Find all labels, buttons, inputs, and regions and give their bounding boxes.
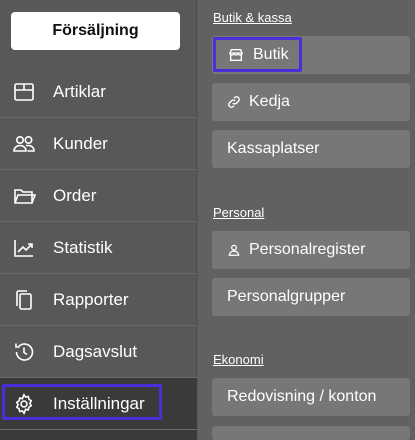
settings-item-kedja[interactable]: Kedja — [212, 83, 410, 121]
settings-item-label: Personalgrupper — [227, 288, 346, 305]
link-icon — [227, 95, 241, 109]
settings-item-personalgrupper[interactable]: Personalgrupper — [212, 278, 410, 316]
settings-item-personalregister[interactable]: Personalregister — [212, 231, 410, 269]
sidebar-item-label: Order — [53, 185, 97, 205]
sidebar-bottom — [0, 430, 197, 440]
settings-item-kassaplatser[interactable]: Kassaplatser — [212, 130, 410, 168]
box-icon — [12, 80, 36, 104]
sidebar-item-dagsavslut[interactable]: Dagsavslut — [0, 326, 197, 378]
settings-panel: Butik & kassa Butik Kedja Kassaplatser P… — [198, 0, 415, 440]
sidebar-item-label: Artiklar — [53, 81, 106, 101]
settings-item-label: Redovisning / konton — [227, 388, 377, 405]
focus-outline — [213, 37, 302, 72]
folder-icon — [12, 184, 36, 208]
sidebar-item-label: Kunder — [53, 133, 108, 153]
history-icon — [12, 340, 36, 364]
sales-button[interactable]: Försäljning — [11, 12, 180, 50]
section-title: Personal — [213, 205, 265, 220]
copy-icon — [12, 288, 36, 312]
settings-item-label: Personalregister — [249, 241, 366, 258]
settings-item-label: Kedja — [249, 93, 290, 110]
sidebar-nav: Artiklar Kunder Order Statistik Rapporte… — [0, 66, 197, 430]
sidebar-item-order[interactable]: Order — [0, 170, 197, 222]
sidebar-item-label: Inställningar — [53, 393, 145, 413]
user-icon — [227, 243, 241, 257]
sidebar: Försäljning Artiklar Kunder Order Statis… — [0, 0, 197, 440]
settings-item-redovisning[interactable]: Redovisning / konton — [212, 378, 410, 416]
sidebar-item-rapporter[interactable]: Rapporter — [0, 274, 197, 326]
trending-up-icon — [12, 236, 36, 260]
sidebar-item-kunder[interactable]: Kunder — [0, 118, 197, 170]
app-root: Försäljning Artiklar Kunder Order Statis… — [0, 0, 415, 440]
sidebar-item-installningar[interactable]: Inställningar — [0, 378, 197, 430]
sidebar-item-label: Statistik — [53, 237, 113, 257]
gear-icon — [12, 392, 36, 416]
section-title: Ekonomi — [213, 352, 264, 367]
settings-item-label: Kassaplatser — [227, 140, 320, 157]
settings-item-partial[interactable] — [212, 426, 410, 440]
sidebar-item-label: Rapporter — [53, 289, 129, 309]
users-icon — [12, 132, 36, 156]
section-title: Butik & kassa — [213, 10, 292, 25]
sidebar-item-artiklar[interactable]: Artiklar — [0, 66, 197, 118]
sidebar-item-statistik[interactable]: Statistik — [0, 222, 197, 274]
sidebar-item-label: Dagsavslut — [53, 341, 138, 361]
